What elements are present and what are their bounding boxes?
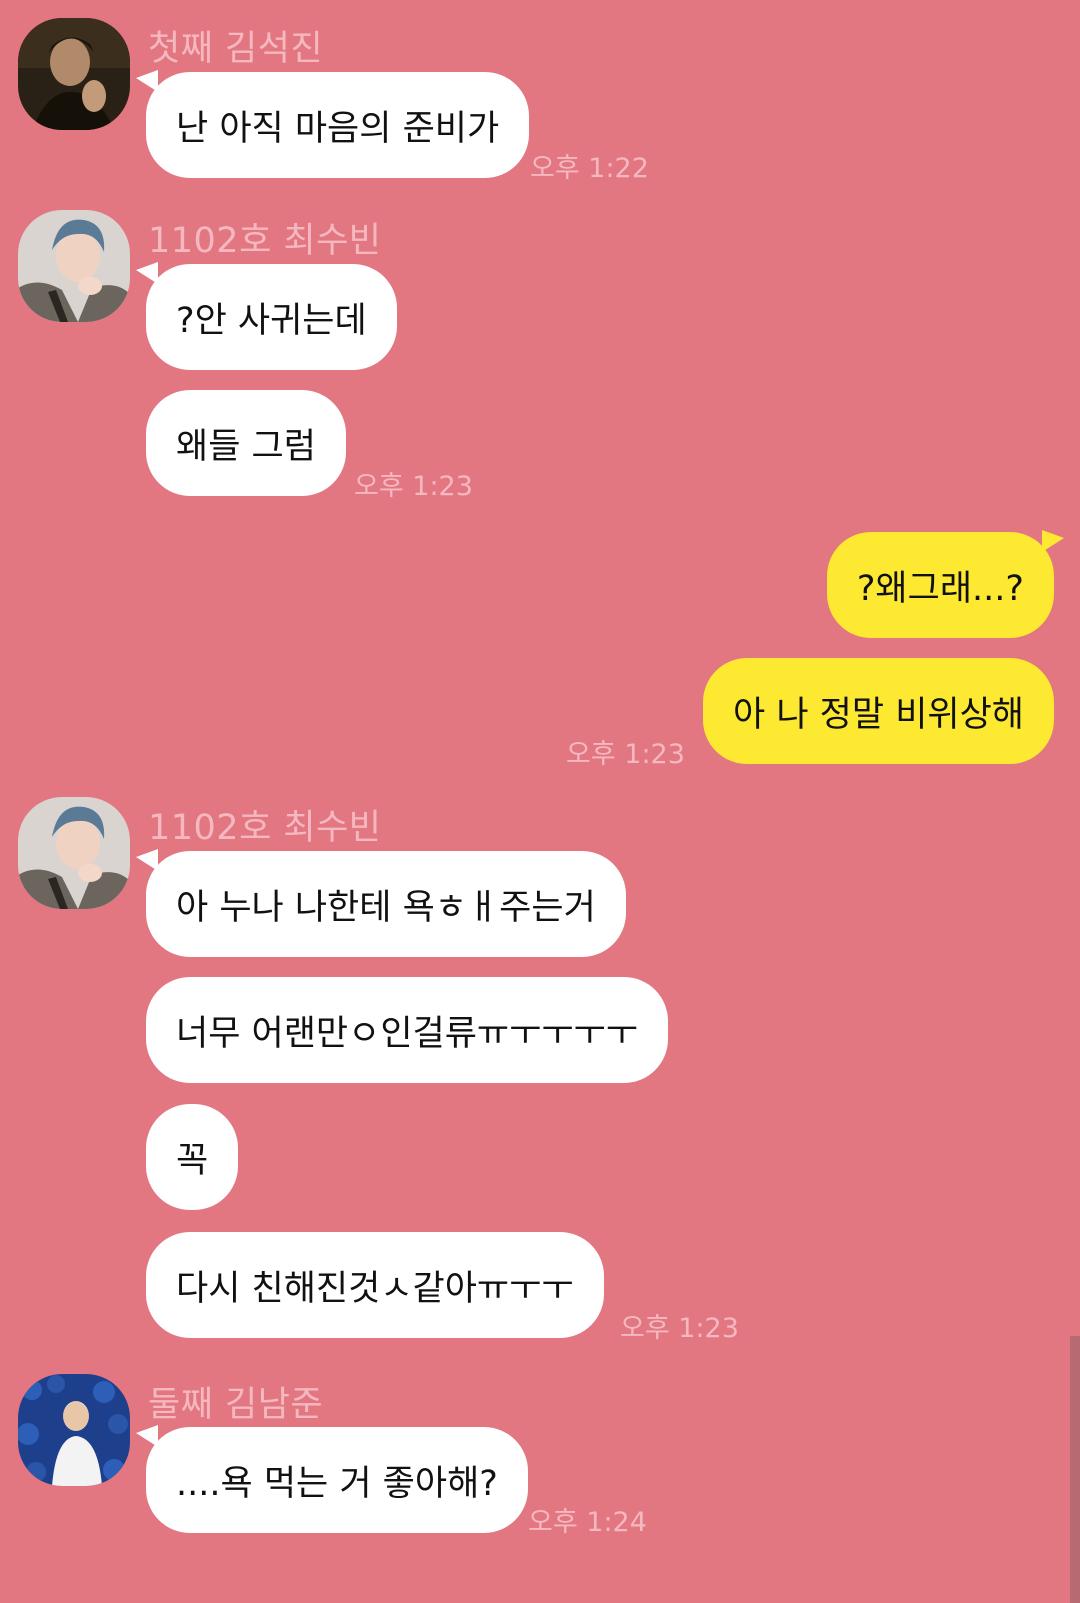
message-bubble[interactable]: 난 아직 마음의 준비가 bbox=[136, 69, 530, 178]
message-text: 꼭 bbox=[176, 1140, 209, 1181]
message-bubble[interactable]: ....욕 먹는 거 좋아해? bbox=[136, 1424, 528, 1533]
message-text: ....욕 먹는 거 좋아해? bbox=[176, 1463, 498, 1504]
message-text: 다시 친해진것ㅅ같아ㅠㅜㅜ bbox=[176, 1268, 574, 1309]
bubble-tail bbox=[136, 848, 158, 880]
scrollbar[interactable] bbox=[1070, 1336, 1080, 1603]
message-text: ?안 사귀는데 bbox=[176, 300, 367, 341]
sender-avatar[interactable] bbox=[18, 1374, 130, 1486]
message-bubble[interactable]: 아 누나 나한테 욕ㅎㅐ주는거 bbox=[136, 848, 626, 957]
bubble-tail bbox=[1042, 529, 1064, 561]
sender-avatar[interactable] bbox=[18, 210, 130, 322]
message-timestamp: 오후 1:24 bbox=[528, 1507, 647, 1538]
message-text: 왜들 그럼 bbox=[176, 426, 316, 467]
message-bubble[interactable]: 너무 어랜만ㅇ인걸류ㅠㅜㅜㅜㅜ bbox=[146, 977, 668, 1083]
message-timestamp: 오후 1:23 bbox=[620, 1313, 739, 1344]
sender-name: 첫째 김석진 bbox=[148, 29, 324, 69]
message-bubble[interactable]: 왜들 그럼 bbox=[146, 390, 346, 496]
profile-photo-icon bbox=[18, 797, 130, 909]
message-text: 너무 어랜만ㅇ인걸류ㅠㅜㅜㅜㅜ bbox=[176, 1013, 638, 1054]
sender-name: 둘째 김남준 bbox=[148, 1385, 324, 1425]
bubble-tail bbox=[136, 69, 158, 101]
bubble-tail bbox=[136, 261, 158, 293]
sender-name: 1102호 최수빈 bbox=[148, 221, 382, 261]
message-timestamp: 오후 1:23 bbox=[566, 739, 685, 770]
sender-avatar[interactable] bbox=[18, 797, 130, 909]
message-text: ?왜그래...? bbox=[856, 568, 1024, 609]
message-text: 아 누나 나한테 욕ㅎㅐ주는거 bbox=[176, 887, 596, 928]
profile-photo-icon bbox=[18, 1374, 130, 1486]
message-bubble[interactable]: 다시 친해진것ㅅ같아ㅠㅜㅜ bbox=[146, 1232, 604, 1338]
chat-message-list[interactable]: 첫째 김석진 난 아직 마음의 준비가 오후 1:22 1102호 최수빈 ?안… bbox=[0, 0, 1080, 1603]
message-bubble[interactable]: 꼭 bbox=[146, 1104, 239, 1210]
message-timestamp: 오후 1:23 bbox=[354, 471, 473, 502]
bubble-tail bbox=[136, 1424, 158, 1456]
message-bubble-outgoing[interactable]: 아 나 정말 비위상해 bbox=[703, 658, 1054, 764]
sender-avatar[interactable] bbox=[18, 18, 130, 130]
sender-name: 1102호 최수빈 bbox=[148, 808, 382, 848]
message-bubble[interactable]: ?안 사귀는데 bbox=[136, 261, 397, 370]
profile-photo-icon bbox=[18, 18, 130, 130]
message-text: 아 나 정말 비위상해 bbox=[733, 694, 1024, 735]
message-bubble-outgoing[interactable]: ?왜그래...? bbox=[826, 529, 1064, 638]
profile-photo-icon bbox=[18, 210, 130, 322]
message-timestamp: 오후 1:22 bbox=[530, 153, 649, 184]
message-text: 난 아직 마음의 준비가 bbox=[176, 108, 500, 149]
